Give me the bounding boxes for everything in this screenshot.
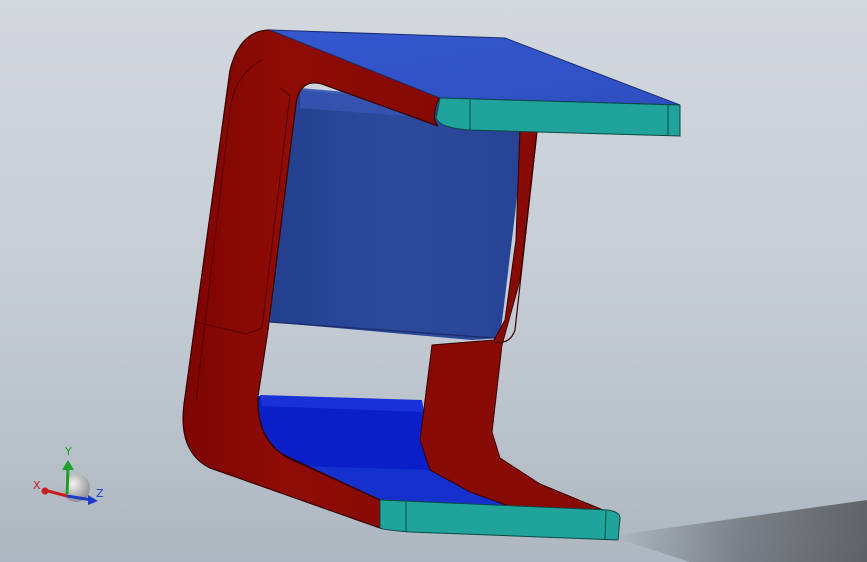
triad-z-label: Z — [96, 487, 104, 500]
model-canvas[interactable] — [0, 0, 867, 562]
y-axis-arrow-icon — [62, 460, 74, 470]
graphics-viewport[interactable]: Y X Z — [0, 0, 867, 562]
triad-y-label: Y — [65, 445, 72, 458]
triad-x-label: X — [33, 479, 41, 492]
reference-triad[interactable]: Y X Z — [28, 438, 118, 518]
x-axis-end-icon — [41, 487, 49, 495]
top-flange-edge[interactable] — [435, 97, 681, 137]
triad-graphic — [41, 460, 98, 505]
ground-shadow — [610, 500, 867, 562]
